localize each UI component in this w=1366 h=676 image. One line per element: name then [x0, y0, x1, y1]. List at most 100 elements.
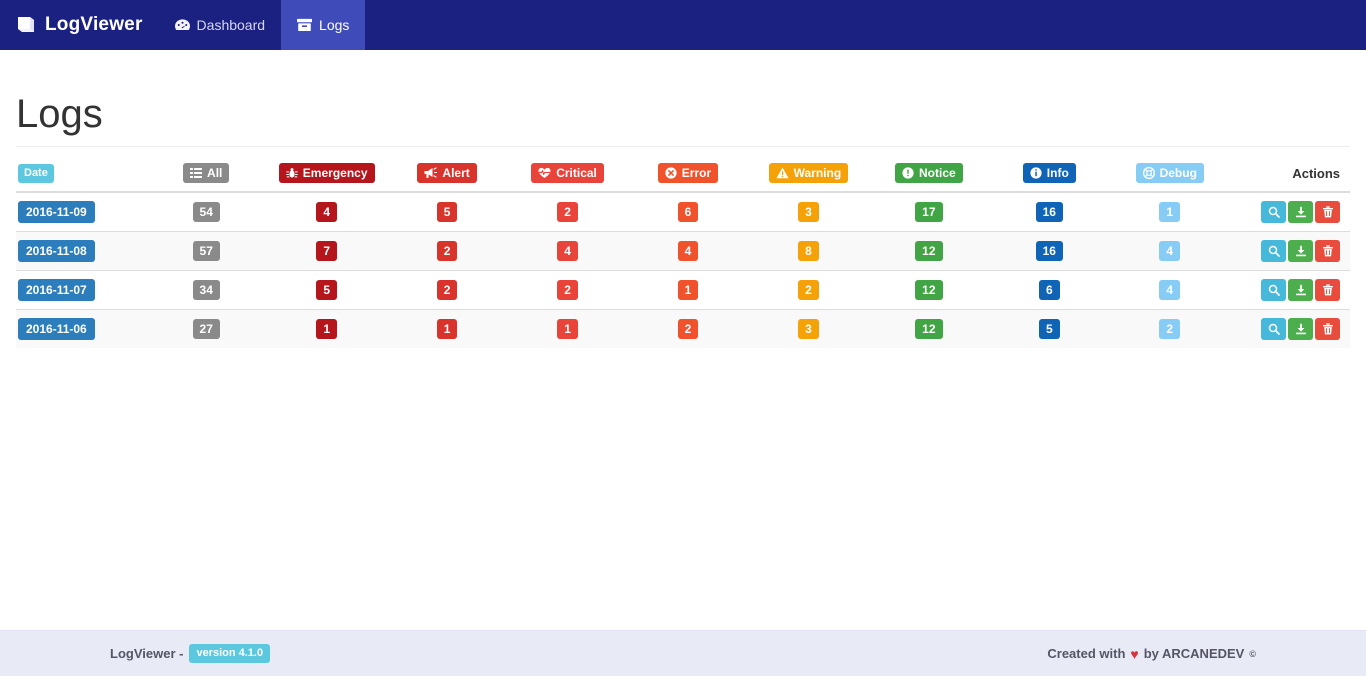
warning-triangle-icon: [776, 167, 789, 179]
count-badge-emergency[interactable]: 1: [316, 319, 337, 339]
header-level-info: Info: [989, 155, 1110, 193]
cell-date: 2016-11-08: [16, 231, 146, 271]
cell-count-notice: 12: [868, 270, 990, 310]
footer-version-badge: version 4.1.0: [189, 644, 271, 663]
download-log-button[interactable]: [1288, 279, 1313, 301]
count-badge-all[interactable]: 34: [192, 280, 220, 300]
delete-log-button[interactable]: [1315, 279, 1340, 301]
table-row: 2016-11-06 27 1 1 1 2 3 12 5 2: [16, 309, 1350, 348]
show-log-button[interactable]: [1261, 201, 1286, 223]
count-badge-critical[interactable]: 2: [557, 202, 578, 222]
cell-count-debug: 1: [1109, 191, 1230, 232]
top-navbar: LogViewer Dashboard Logs: [0, 0, 1366, 50]
navbar-links: Dashboard Logs: [159, 0, 366, 50]
cell-count-emergency: 7: [266, 231, 387, 271]
cell-count-emergency: 4: [266, 191, 387, 232]
download-log-button[interactable]: [1288, 240, 1313, 262]
list-icon: [190, 167, 203, 179]
count-badge-all[interactable]: 27: [192, 319, 220, 339]
cell-count-all: 27: [146, 309, 267, 348]
date-header-badge[interactable]: Date: [18, 163, 54, 183]
date-link[interactable]: 2016-11-07: [18, 279, 95, 301]
count-badge-info[interactable]: 6: [1038, 280, 1060, 300]
count-badge-notice[interactable]: 17: [915, 202, 943, 222]
download-icon: [1295, 245, 1307, 257]
cell-count-debug: 4: [1109, 270, 1230, 310]
count-badge-debug[interactable]: 4: [1159, 241, 1181, 261]
cell-date: 2016-11-09: [16, 191, 146, 232]
delete-log-button[interactable]: [1315, 240, 1340, 262]
logs-table: Date All Emergency Alert Critical Error …: [16, 155, 1350, 348]
delete-log-button[interactable]: [1315, 201, 1340, 223]
show-log-button[interactable]: [1261, 240, 1286, 262]
footer-app-info: LogViewer - version 4.1.0: [110, 644, 271, 663]
date-link[interactable]: 2016-11-08: [18, 240, 95, 262]
count-badge-notice[interactable]: 12: [915, 280, 943, 300]
level-badge-alert[interactable]: Alert: [417, 163, 477, 183]
show-log-button[interactable]: [1261, 318, 1286, 340]
count-badge-debug[interactable]: 2: [1159, 319, 1181, 339]
count-badge-warning[interactable]: 8: [798, 241, 819, 261]
level-badge-info[interactable]: Info: [1022, 163, 1076, 183]
level-badge-notice[interactable]: Notice: [895, 163, 963, 183]
count-badge-error[interactable]: 2: [677, 319, 699, 339]
count-badge-all[interactable]: 57: [192, 241, 220, 261]
count-badge-alert[interactable]: 2: [436, 241, 458, 261]
level-badge-error[interactable]: Error: [657, 163, 719, 183]
cell-count-info: 5: [989, 309, 1110, 348]
count-badge-error[interactable]: 4: [677, 241, 699, 261]
count-badge-info[interactable]: 16: [1035, 202, 1063, 222]
cell-count-all: 57: [146, 231, 267, 271]
table-row: 2016-11-08 57 7 2 4 4 8 12 16 4: [16, 231, 1350, 271]
count-badge-emergency[interactable]: 7: [316, 241, 337, 261]
cell-actions: [1230, 309, 1350, 348]
cell-count-emergency: 5: [266, 270, 387, 310]
brand-logo[interactable]: LogViewer: [0, 0, 159, 50]
level-label: Info: [1046, 166, 1069, 180]
count-badge-debug[interactable]: 4: [1159, 280, 1181, 300]
level-label: Error: [681, 166, 712, 180]
show-log-button[interactable]: [1261, 279, 1286, 301]
date-header-label: Date: [24, 166, 48, 179]
level-badge-emergency[interactable]: Emergency: [278, 163, 375, 183]
download-log-button[interactable]: [1288, 201, 1313, 223]
count-badge-emergency[interactable]: 4: [316, 202, 337, 222]
nav-item-logs[interactable]: Logs: [281, 0, 366, 50]
level-badge-debug[interactable]: Debug: [1135, 163, 1204, 183]
page-title: Logs: [16, 92, 103, 136]
count-badge-warning[interactable]: 3: [798, 319, 819, 339]
level-badge-critical[interactable]: Critical: [531, 163, 604, 183]
count-badge-error[interactable]: 1: [677, 280, 699, 300]
cell-count-error: 1: [627, 270, 749, 310]
count-badge-alert[interactable]: 2: [436, 280, 458, 300]
nav-item-dashboard[interactable]: Dashboard: [159, 0, 282, 50]
level-badge-warning[interactable]: Warning: [768, 163, 849, 183]
count-badge-alert[interactable]: 1: [436, 319, 458, 339]
count-badge-error[interactable]: 6: [677, 202, 699, 222]
cell-count-info: 6: [989, 270, 1110, 310]
count-badge-critical[interactable]: 2: [557, 280, 578, 300]
count-badge-critical[interactable]: 4: [557, 241, 578, 261]
count-badge-warning[interactable]: 3: [798, 202, 819, 222]
count-badge-alert[interactable]: 5: [436, 202, 458, 222]
heart-icon: ♥: [1130, 645, 1139, 662]
count-badge-info[interactable]: 16: [1035, 241, 1063, 261]
date-link[interactable]: 2016-11-09: [18, 201, 95, 223]
count-badge-emergency[interactable]: 5: [316, 280, 337, 300]
table-row: 2016-11-09 54 4 5 2 6 3 17 16 1: [16, 191, 1350, 232]
count-badge-all[interactable]: 54: [192, 202, 220, 222]
table-row: 2016-11-07 34 5 2 2 1 2 12 6 4: [16, 270, 1350, 310]
header-level-debug: Debug: [1109, 155, 1230, 193]
delete-log-button[interactable]: [1315, 318, 1340, 340]
count-badge-critical[interactable]: 1: [557, 319, 578, 339]
bug-icon: [285, 167, 298, 179]
count-badge-notice[interactable]: 12: [915, 241, 943, 261]
download-log-button[interactable]: [1288, 318, 1313, 340]
level-badge-all[interactable]: All: [183, 163, 230, 183]
count-badge-info[interactable]: 5: [1038, 319, 1060, 339]
cell-count-info: 16: [989, 231, 1110, 271]
count-badge-debug[interactable]: 1: [1159, 202, 1181, 222]
count-badge-warning[interactable]: 2: [798, 280, 819, 300]
count-badge-notice[interactable]: 12: [915, 319, 943, 339]
date-link[interactable]: 2016-11-06: [18, 318, 95, 340]
